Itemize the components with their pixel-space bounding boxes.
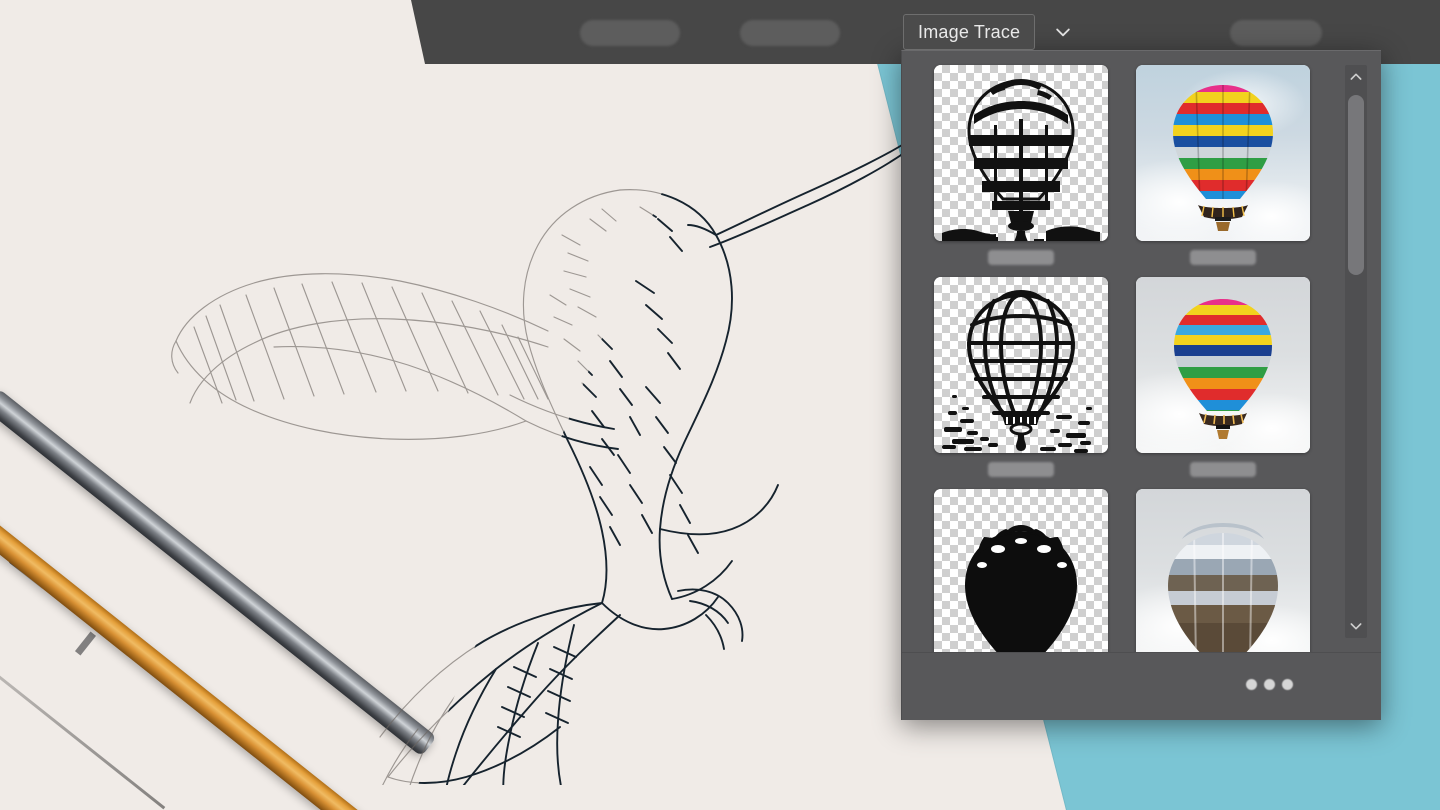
balloon-bw-trace-icon [942, 79, 1100, 241]
preset-item[interactable] [934, 489, 1108, 652]
kebab-dot [1246, 679, 1257, 690]
image-trace-panel [901, 50, 1381, 720]
balloon-low-color-icon [1168, 523, 1278, 652]
toolbar-control-3[interactable] [1230, 20, 1322, 46]
preset-list-scrollbar[interactable] [1345, 65, 1367, 638]
preset-thumbnail-silhouette[interactable] [934, 489, 1108, 652]
preset-thumbnail-original-photo[interactable] [1136, 65, 1310, 241]
preset-label-placeholder [988, 462, 1054, 477]
preset-thumbnail-low-color-trace[interactable] [1136, 489, 1310, 652]
toolbar-control-2[interactable] [740, 20, 840, 46]
scrollbar-track[interactable] [1345, 89, 1367, 614]
preset-label-placeholder [1190, 462, 1256, 477]
preset-label-placeholder [988, 250, 1054, 265]
balloon-color-photo-icon [1173, 85, 1273, 231]
preset-item[interactable] [1136, 489, 1310, 652]
preset-thumbnail-bw-trace[interactable] [934, 65, 1108, 241]
scrollbar-thumb[interactable] [1348, 95, 1364, 275]
chevron-down-icon[interactable] [1048, 14, 1078, 50]
preset-thumbnail-grid [902, 65, 1342, 652]
preset-thumbnail-posterized-color[interactable] [1136, 277, 1310, 453]
toolbar-control-1[interactable] [580, 20, 680, 46]
chevron-down-icon[interactable] [1345, 614, 1367, 638]
chevron-up-icon[interactable] [1345, 65, 1367, 89]
balloon-silhouette-icon [965, 525, 1077, 652]
preset-label-placeholder [1190, 250, 1256, 265]
kebab-dots-icon[interactable] [1246, 679, 1293, 690]
kebab-dot [1264, 679, 1275, 690]
preset-item[interactable] [1136, 65, 1310, 265]
preset-thumbnail-outline-trace[interactable] [934, 277, 1108, 453]
balloon-posterized-icon [1174, 299, 1272, 439]
image-trace-button-label: Image Trace [918, 21, 1021, 42]
image-trace-button[interactable]: Image Trace [903, 14, 1036, 50]
preset-list-body [902, 51, 1381, 652]
preset-item[interactable] [934, 277, 1108, 477]
balloon-outline-trace-icon [942, 289, 1092, 453]
kebab-dot [1282, 679, 1293, 690]
preset-item[interactable] [1136, 277, 1310, 477]
preset-item[interactable] [934, 65, 1108, 265]
panel-footer [902, 652, 1381, 720]
